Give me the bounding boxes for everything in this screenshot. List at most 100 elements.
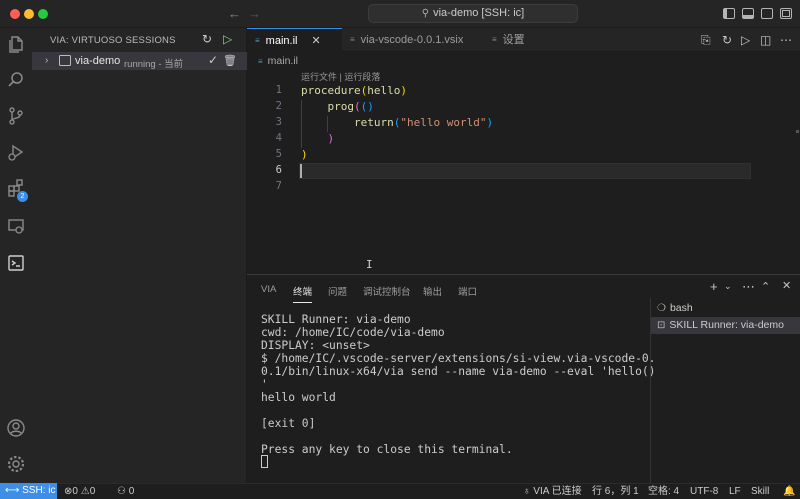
code-token: procedure [301, 84, 361, 97]
session-description: running - 当前 [124, 59, 184, 70]
remote-explorer-icon [8, 219, 24, 234]
terminal-list: ❍ bash ⊡ SKILL Runner: via-demo [650, 298, 800, 483]
tab-settings[interactable]: ≡ 设置 [484, 28, 544, 52]
close-icon[interactable]: ✕ [782, 279, 791, 292]
accounts-activity[interactable] [0, 412, 32, 444]
breadcrumb[interactable]: ≡ main.il [258, 55, 298, 67]
problems-indicator[interactable]: ⊗0 ⚠0 [64, 485, 95, 499]
explorer-activity[interactable] [0, 28, 32, 60]
zoom-window-button[interactable] [38, 9, 48, 19]
gear-icon [7, 455, 25, 473]
via-sessions-sidebar: VIA: VIRTUOSO SESSIONS ↻ ▷ › via-demo ru… [32, 28, 247, 483]
check-icon[interactable]: ✓ [208, 53, 218, 67]
tab-vsix[interactable]: ≡ via-vscode-0.0.1.vsix [342, 28, 482, 52]
status-bar: ⟷ SSH: ic ⊗0 ⚠0 ⚇ 0 ♁ VIA 已连接 行 6，列 1 空格… [0, 483, 800, 499]
trash-icon[interactable]: 🗑 [223, 54, 237, 67]
chevron-right-icon[interactable]: › [45, 55, 48, 66]
notifications-icon[interactable]: 🔔 [783, 485, 795, 499]
activity-bar: 2 [0, 28, 32, 483]
extensions-activity[interactable]: 2 [0, 172, 32, 204]
extensions-badge: 2 [17, 191, 28, 202]
maximize-panel-icon[interactable]: ⌃ [761, 280, 770, 293]
editor-tab-bar: ≡ main.il ✕ ≡ via-vscode-0.0.1.vsix ≡ 设置 ⎘ ↻… [247, 28, 800, 52]
remote-indicator[interactable]: ⟷ SSH: ic [0, 483, 57, 499]
remote-label: SSH: ic [22, 485, 56, 496]
code-token: prog [327, 100, 355, 113]
file-icon: ≡ [255, 36, 260, 45]
code-line-3[interactable]: return("hello world") [301, 116, 493, 129]
toggle-panel-icon[interactable] [742, 8, 754, 19]
open-preview-icon[interactable]: ⎘ [701, 33, 711, 48]
panel-tab-terminal[interactable]: 终端 [293, 284, 313, 303]
indentation[interactable]: 空格: 4 [648, 485, 679, 499]
end-of-line[interactable]: LF [729, 485, 741, 499]
run-file-icon[interactable]: ▷ [741, 33, 750, 47]
new-terminal-icon[interactable]: + [710, 279, 718, 294]
run-icon[interactable]: ▷ [223, 32, 232, 46]
via-activity[interactable] [0, 247, 32, 279]
encoding[interactable]: UTF-8 [690, 485, 718, 499]
editor-scrollbar[interactable] [796, 52, 799, 274]
search-icon: ⚲ [421, 8, 430, 19]
search-activity[interactable] [0, 64, 32, 96]
panel-tab-ports[interactable]: 端口 [458, 284, 477, 298]
panel-tab-problems[interactable]: 问题 [328, 284, 347, 298]
panel-tab-debug-console[interactable]: 调试控制台 [363, 284, 411, 298]
search-icon [8, 72, 23, 87]
code-token: ) [327, 132, 335, 145]
code-token: "hello world" [400, 116, 487, 129]
terminal-item-bash[interactable]: ❍ bash [651, 300, 800, 317]
lightbulb-icon: ♁ [523, 486, 534, 497]
title-bar: ← → ⚲ via-demo [SSH: ic] [0, 0, 800, 28]
terminal-line: SKILL Runner: via-demo [261, 313, 411, 326]
refresh-icon[interactable]: ↻ [722, 33, 732, 47]
manage-activity[interactable] [0, 448, 32, 480]
chevron-down-icon[interactable]: ⌄ [724, 281, 732, 292]
language-mode[interactable]: Skill [751, 485, 769, 499]
code-line-1[interactable]: procedure(hello) [301, 84, 407, 97]
terminal-item-skill-runner[interactable]: ⊡ SKILL Runner: via-demo [651, 317, 800, 334]
code-token: hello [367, 84, 401, 97]
file-icon: ≡ [350, 35, 355, 44]
remote-explorer-activity[interactable] [0, 210, 32, 242]
run-debug-activity[interactable] [0, 136, 32, 168]
panel-tab-via[interactable]: VIA [261, 284, 276, 295]
cursor-position[interactable]: 行 6，列 1 [592, 485, 639, 499]
split-editor-icon[interactable]: ◫ [760, 33, 771, 47]
warning-count: 0 [89, 486, 96, 497]
more-actions-icon[interactable]: ⋯ [780, 33, 792, 47]
toggle-sidebar-icon[interactable] [723, 8, 735, 19]
code-line-2[interactable]: prog(() [301, 100, 374, 113]
file-icon: ≡ [258, 57, 263, 66]
via-status[interactable]: ♁ VIA 已连接 [523, 485, 582, 499]
ports-indicator[interactable]: ⚇ 0 [117, 485, 134, 499]
ports-icon: ⚇ [117, 486, 129, 497]
account-icon [7, 419, 25, 437]
more-actions-icon[interactable]: ⋯ [742, 279, 755, 295]
tab-main-il[interactable]: ≡ main.il ✕ [247, 28, 342, 52]
codelens-actions[interactable]: 运行文件 | 运行段落 [301, 70, 380, 83]
session-name: via-demo [75, 55, 121, 67]
customize-layout-icon[interactable] [780, 8, 792, 19]
refresh-icon[interactable]: ↻ [202, 32, 212, 46]
code-line-5[interactable]: ) [301, 148, 308, 161]
terminal-item-label: SKILL Runner: via-demo [669, 319, 784, 331]
command-center[interactable]: ⚲ via-demo [SSH: ic] [368, 4, 578, 23]
line-number: 2 [275, 100, 282, 112]
command-center-label: via-demo [SSH: ic] [433, 7, 525, 19]
breadcrumb-file: main.il [267, 55, 299, 67]
sidebar-title: VIA: VIRTUOSO SESSIONS [50, 35, 176, 46]
toggle-secondary-sidebar-icon[interactable] [761, 8, 773, 19]
code-token: ) [301, 148, 308, 161]
panel-tab-output[interactable]: 输出 [423, 284, 442, 298]
via-status-label: VIA 已连接 [533, 486, 582, 497]
back-arrow-icon[interactable]: ← [228, 6, 241, 21]
minimize-window-button[interactable] [24, 9, 34, 19]
code-line-4[interactable]: ) [301, 132, 335, 145]
source-control-activity[interactable] [0, 100, 32, 132]
text-cursor [300, 164, 302, 178]
session-item[interactable]: › via-demo running - 当前 ✓ 🗑 [32, 52, 247, 70]
close-window-button[interactable] [10, 9, 20, 19]
forward-arrow-icon[interactable]: → [248, 6, 261, 21]
close-icon[interactable]: ✕ [311, 29, 320, 53]
